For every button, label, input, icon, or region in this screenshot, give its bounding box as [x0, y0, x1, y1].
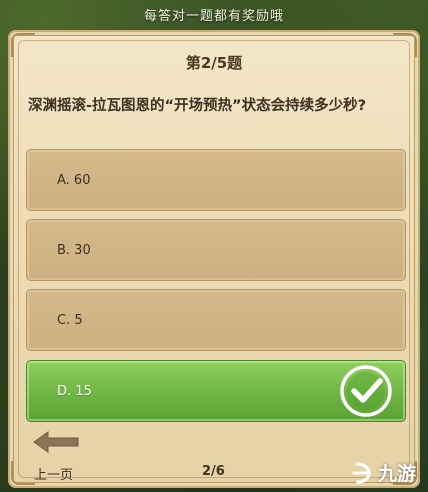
jiuyou-logo-icon — [352, 461, 371, 484]
answer-option-a[interactable]: A. 60 — [26, 149, 406, 211]
question-text: 深渊摇滚-拉瓦图恩的“开场预热”状态会持续多少秒? — [28, 98, 366, 114]
answer-option-d-correct[interactable]: D. 15 — [26, 360, 406, 422]
answer-option-label: D. 15 — [57, 383, 92, 399]
site-watermark: 九游 — [350, 459, 416, 486]
quiz-panel: 第2/5题 深渊摇滚-拉瓦图恩的“开场预热”状态会持续多少秒? A. 60 B.… — [8, 30, 420, 488]
answer-option-c[interactable]: C. 5 — [26, 289, 406, 351]
answer-option-b[interactable]: B. 30 — [26, 219, 406, 281]
reward-banner-text: 每答对一题都有奖励哦 — [143, 8, 284, 24]
back-arrow-icon[interactable] — [32, 430, 82, 454]
answer-option-label: C. 5 — [57, 312, 83, 328]
page-indicator: 2/6 — [202, 464, 225, 479]
watermark-text: 九游 — [377, 463, 416, 485]
reward-banner: 每答对一题都有奖励哦 — [0, 0, 428, 28]
previous-page-button[interactable]: 上一页 — [34, 464, 73, 483]
question-progress-title: 第2/5题 — [185, 54, 243, 72]
correct-check-icon — [340, 365, 392, 417]
answer-option-label: B. 30 — [57, 242, 91, 258]
answer-option-label: A. 60 — [57, 172, 91, 188]
frame-corner-ornament — [11, 461, 35, 485]
